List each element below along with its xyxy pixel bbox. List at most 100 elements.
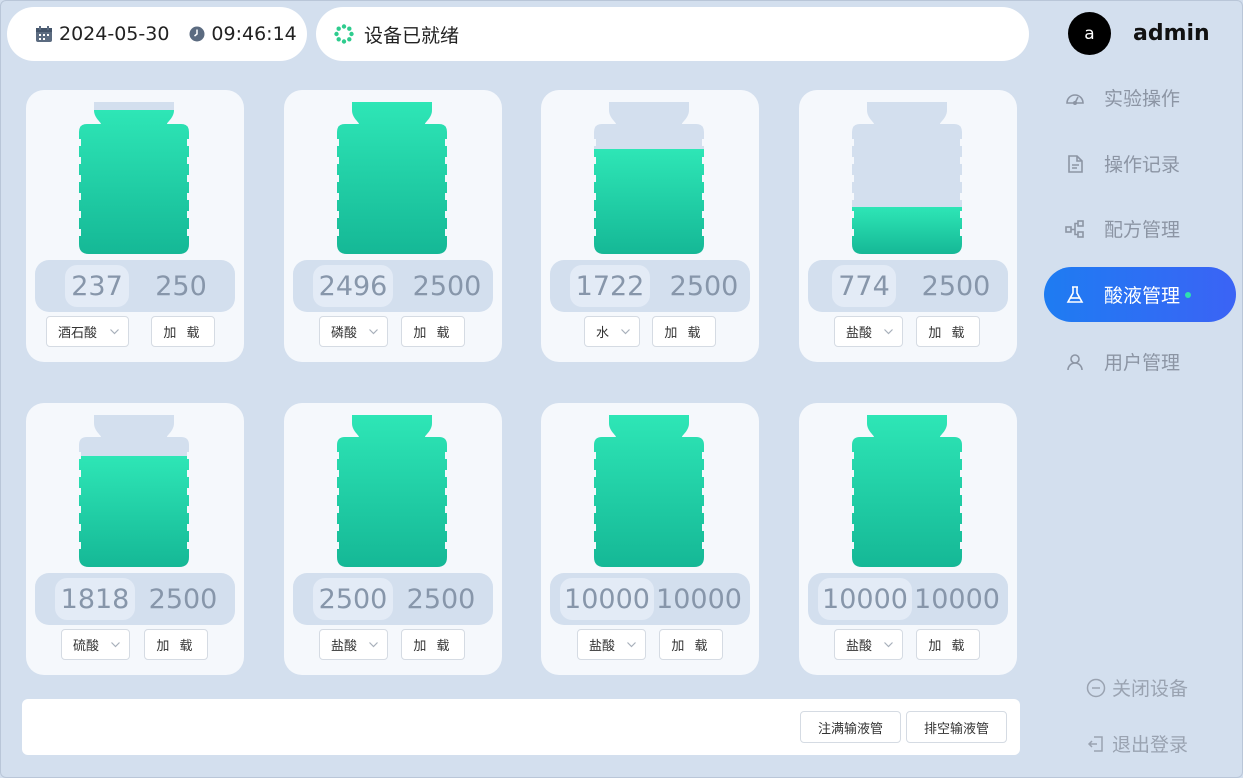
acid-type-value: 水 (596, 326, 610, 341)
capacity-volume: 2500 (406, 583, 476, 615)
calendar-icon (35, 25, 53, 43)
bottle-liquid (79, 110, 189, 254)
load-button[interactable]: 加 载 (652, 316, 716, 347)
acid-type-select[interactable]: 盐酸 (319, 629, 388, 660)
bottle-gauge (594, 102, 704, 256)
capacity-volume: 2500 (148, 583, 218, 615)
acid-type-select[interactable]: 盐酸 (577, 629, 646, 660)
bottle-liquid (337, 102, 447, 254)
chevron-down-icon (109, 326, 120, 341)
device-status: 设备已就绪 (316, 7, 1029, 61)
load-button[interactable]: 加 载 (151, 316, 215, 347)
acid-type-select[interactable]: 盐酸 (834, 316, 903, 347)
avatar[interactable]: a (1068, 12, 1111, 55)
current-volume: 2500 (313, 578, 393, 620)
nav-item-users[interactable]: 用户管理 (1044, 334, 1236, 389)
bottle-gauge (79, 415, 189, 569)
user-icon (1064, 351, 1086, 373)
acid-type-select[interactable]: 水 (584, 316, 640, 347)
volume-readout: 2500 2500 (293, 573, 493, 625)
nav-label: 用户管理 (1104, 352, 1181, 374)
chevron-down-icon (620, 326, 631, 341)
loading-icon (334, 24, 354, 44)
acid-bottle-card: 10000 10000 盐酸 加 载 (799, 403, 1017, 675)
acid-type-value: 硫酸 (73, 639, 100, 654)
acid-type-select[interactable]: 磷酸 (319, 316, 388, 347)
active-dot (1185, 291, 1192, 298)
bottle-liquid (337, 415, 447, 567)
user-profile[interactable]: a admin (1068, 12, 1210, 55)
status-text: 设备已就绪 (364, 24, 460, 47)
bottle-gauge (337, 415, 447, 569)
load-button[interactable]: 加 载 (916, 629, 980, 660)
acid-type-value: 盐酸 (846, 326, 873, 341)
clock-icon (189, 26, 205, 42)
capacity-volume: 10000 (656, 583, 742, 615)
capacity-volume: 2500 (669, 270, 739, 302)
drain-tube-button[interactable]: 排空输液管 (906, 711, 1007, 743)
shutdown-label: 关闭设备 (1112, 678, 1189, 700)
capacity-volume: 2500 (921, 270, 991, 302)
acid-bottle-card: 1818 2500 硫酸 加 载 (26, 403, 244, 675)
acid-bottle-card: 2496 2500 磷酸 加 载 (284, 90, 502, 362)
acid-bottle-card: 1722 2500 水 加 载 (541, 90, 759, 362)
acid-bottle-card: 774 2500 盐酸 加 载 (799, 90, 1017, 362)
current-volume: 237 (65, 265, 129, 307)
load-button[interactable]: 加 载 (401, 629, 465, 660)
nav-item-acid[interactable]: 酸液管理 (1044, 267, 1236, 322)
bottle-liquid (594, 149, 704, 254)
acid-type-value: 盐酸 (846, 639, 873, 654)
acid-type-select[interactable]: 酒石酸 (46, 316, 129, 347)
acid-type-select[interactable]: 硫酸 (61, 629, 130, 660)
document-icon (1064, 153, 1086, 175)
nav-item-records[interactable]: 操作记录 (1044, 136, 1236, 191)
bottle-liquid (852, 415, 962, 567)
logout-button[interactable]: 退出登录 (1086, 730, 1188, 757)
username: admin (1133, 21, 1210, 46)
acid-type-value: 盐酸 (589, 639, 616, 654)
nav-item-experiment[interactable]: 实验操作 (1044, 70, 1236, 125)
load-button[interactable]: 加 载 (144, 629, 208, 660)
capacity-volume: 10000 (914, 583, 1000, 615)
nav-label: 操作记录 (1104, 154, 1181, 176)
bottle-gauge (852, 102, 962, 256)
chevron-down-icon (883, 639, 894, 654)
bottle-gauge (79, 102, 189, 256)
time-text: 09:46:14 (211, 23, 297, 45)
current-volume: 10000 (560, 578, 654, 620)
shutdown-button[interactable]: 关闭设备 (1086, 674, 1188, 701)
datetime-display: 2024-05-30 09:46:14 (7, 7, 307, 61)
bottle-liquid (79, 456, 189, 567)
acid-bottle-card: 237 250 酒石酸 加 载 (26, 90, 244, 362)
bottle-liquid (852, 207, 962, 254)
acid-type-value: 磷酸 (331, 326, 358, 341)
acid-type-select[interactable]: 盐酸 (834, 629, 903, 660)
volume-readout: 1818 2500 (35, 573, 235, 625)
date-text: 2024-05-30 (59, 23, 170, 45)
load-button[interactable]: 加 载 (916, 316, 980, 347)
logout-label: 退出登录 (1112, 734, 1189, 756)
fill-tube-button[interactable]: 注满输液管 (800, 711, 901, 743)
capacity-volume: 2500 (412, 270, 482, 302)
nav-label: 实验操作 (1104, 88, 1181, 110)
current-volume: 774 (832, 265, 896, 307)
acid-bottle-card: 2500 2500 盐酸 加 载 (284, 403, 502, 675)
current-volume: 2496 (313, 265, 393, 307)
flow-icon (1064, 218, 1086, 240)
bottle-gauge (852, 415, 962, 569)
chevron-down-icon (626, 639, 637, 654)
chevron-down-icon (883, 326, 894, 341)
nav-item-recipes[interactable]: 配方管理 (1044, 201, 1236, 256)
volume-readout: 10000 10000 (808, 573, 1008, 625)
chevron-down-icon (110, 639, 121, 654)
volume-readout: 774 2500 (808, 260, 1008, 312)
flask-icon (1064, 284, 1086, 306)
load-button[interactable]: 加 载 (659, 629, 723, 660)
load-button[interactable]: 加 载 (401, 316, 465, 347)
current-volume: 1818 (55, 578, 135, 620)
current-volume: 10000 (818, 578, 912, 620)
tube-control-bar: 注满输液管 排空输液管 (22, 699, 1020, 755)
bottle-liquid (594, 415, 704, 567)
acid-type-value: 酒石酸 (58, 326, 98, 341)
volume-readout: 1722 2500 (550, 260, 750, 312)
